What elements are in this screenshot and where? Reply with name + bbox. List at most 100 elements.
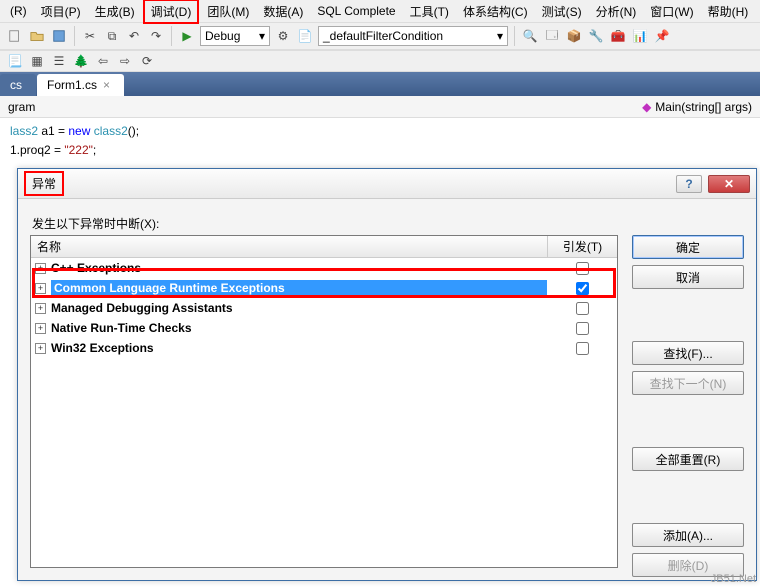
menu-item[interactable]: 体系结构(C) (457, 1, 534, 22)
tab-label: Form1.cs (47, 78, 97, 92)
exception-label: Managed Debugging Assistants (51, 301, 547, 315)
expand-icon[interactable]: + (35, 323, 46, 334)
code-text: ; (93, 143, 96, 157)
tab-partial[interactable]: cs (0, 74, 36, 96)
menu-item[interactable]: 生成(B) (89, 1, 141, 22)
copy-icon[interactable]: ⧉ (103, 27, 121, 45)
toolbox-icon[interactable]: 🧰 (609, 27, 627, 45)
expand-icon[interactable]: + (35, 303, 46, 314)
ok-button[interactable]: 确定 (632, 235, 744, 259)
code-editor[interactable]: lass2 a1 = new class2(); 1.proq2 = "222"… (0, 118, 760, 164)
trigger-checkbox[interactable] (547, 322, 617, 335)
play-icon[interactable]: ▶ (178, 27, 196, 45)
new-icon[interactable] (6, 27, 24, 45)
arrow-right-icon[interactable]: ⇨ (116, 52, 134, 70)
dialog-prompt: 发生以下异常时中断(X): (32, 215, 744, 232)
save-icon[interactable] (50, 27, 68, 45)
document-tabs: cs Form1.cs × (0, 72, 760, 96)
menu-item[interactable]: 团队(M) (201, 1, 255, 22)
redo-icon[interactable]: ↷ (147, 27, 165, 45)
menu-item[interactable]: 数据(A) (257, 1, 309, 22)
code-text: (); (128, 124, 139, 138)
main-toolbar: ✂ ⧉ ↶ ↷ ▶ Debug▾ ⚙ 📄 _defaultFilterCondi… (0, 22, 760, 50)
dialog-title: 异常 (24, 171, 64, 196)
exception-row[interactable]: +Common Language Runtime Exceptions (31, 278, 617, 298)
expand-icon[interactable]: + (35, 343, 46, 354)
trigger-checkbox[interactable] (547, 282, 617, 295)
code-text: lass2 (10, 124, 38, 138)
add-button[interactable]: 添加(A)... (632, 523, 744, 547)
menu-item[interactable]: 工具(T) (404, 1, 455, 22)
arrow-left-icon[interactable]: ⇦ (94, 52, 112, 70)
list-icon[interactable]: ☰ (50, 52, 68, 70)
menu-item[interactable]: 调试(D) (143, 0, 200, 24)
code-text: class2 (94, 124, 128, 138)
menu-item[interactable]: 帮助(H) (702, 1, 755, 22)
separator (171, 26, 172, 46)
tool-icon[interactable]: ⚙ (274, 27, 292, 45)
app-icon[interactable]: 🗔 (543, 27, 561, 45)
menu-item[interactable]: 项目(P) (35, 1, 87, 22)
file-icon[interactable]: 📄 (296, 27, 314, 45)
menu-item[interactable]: 测试(S) (536, 1, 588, 22)
exception-row[interactable]: + Native Run-Time Checks (31, 318, 617, 338)
trigger-checkbox[interactable] (547, 262, 617, 275)
column-name[interactable]: 名称 (31, 238, 547, 255)
refresh-icon[interactable]: ⟳ (138, 52, 156, 70)
close-icon[interactable]: × (103, 78, 110, 92)
filter-combo-value: _defaultFilterCondition (323, 29, 443, 43)
grid-icon[interactable]: ▦ (28, 52, 46, 70)
exceptions-list: 名称 引发(T) + C++ Exceptions +Common Language… (30, 235, 618, 568)
expand-icon[interactable]: + (35, 263, 46, 274)
exception-row[interactable]: + Managed Debugging Assistants (31, 298, 617, 318)
solution-icon[interactable]: 📦 (565, 27, 583, 45)
menu-item[interactable]: 窗口(W) (644, 1, 699, 22)
config-combo-value: Debug (205, 29, 240, 43)
exceptions-dialog: 异常 ? ✕ 发生以下异常时中断(X): 名称 引发(T) + C++ Excep… (17, 168, 757, 581)
member-combo[interactable]: ◆ Main(string[] args) (642, 100, 752, 114)
cut-icon[interactable]: ✂ (81, 27, 99, 45)
watermark: JB51.Net (711, 573, 756, 585)
exception-label: C++ Exceptions (51, 261, 547, 275)
menu-bar: (R)项目(P)生成(B)调试(D)团队(M)数据(A)SQL Complete… (0, 0, 760, 22)
find-next-button[interactable]: 查找下一个(N) (632, 371, 744, 395)
separator (514, 26, 515, 46)
spacer (632, 477, 744, 517)
undo-icon[interactable]: ↶ (125, 27, 143, 45)
separator (74, 26, 75, 46)
dialog-buttons: 确定 取消 查找(F)... 查找下一个(N) 全部重置(R) 添加(A)...… (632, 235, 744, 577)
find-button[interactable]: 查找(F)... (632, 341, 744, 365)
expand-icon[interactable]: + (35, 283, 46, 294)
tree-icon[interactable]: 🌲 (72, 52, 90, 70)
config-combo[interactable]: Debug▾ (200, 26, 270, 46)
spacer (632, 295, 744, 335)
menu-item[interactable]: (R) (4, 2, 33, 20)
menu-item[interactable]: 分析(N) (590, 1, 643, 22)
code-text: a1 = (38, 124, 68, 138)
filter-combo[interactable]: _defaultFilterCondition▾ (318, 26, 508, 46)
reset-all-button[interactable]: 全部重置(R) (632, 447, 744, 471)
dialog-titlebar: 异常 ? ✕ (18, 169, 756, 199)
tab-label: cs (10, 78, 22, 92)
pin-icon[interactable]: 📌 (653, 27, 671, 45)
tab-form1[interactable]: Form1.cs × (37, 74, 124, 96)
doc-icon[interactable]: 📃 (6, 52, 24, 70)
class-view-icon[interactable]: 📊 (631, 27, 649, 45)
trigger-checkbox[interactable] (547, 302, 617, 315)
help-button[interactable]: ? (676, 175, 702, 193)
window-controls: ? ✕ (676, 175, 750, 193)
close-button[interactable]: ✕ (708, 175, 750, 193)
exception-label: Native Run-Time Checks (51, 321, 547, 335)
exception-row[interactable]: +Win32 Exceptions (31, 338, 617, 358)
trigger-checkbox[interactable] (547, 342, 617, 355)
scope-combo[interactable]: gram (8, 100, 35, 114)
code-text: new (68, 124, 90, 138)
properties-icon[interactable]: 🔧 (587, 27, 605, 45)
window-icon[interactable]: 🔍 (521, 27, 539, 45)
open-icon[interactable] (28, 27, 46, 45)
column-trigger[interactable]: 引发(T) (547, 236, 617, 257)
menu-item[interactable]: SQL Complete (311, 2, 401, 20)
dialog-body: 发生以下异常时中断(X): 名称 引发(T) + C++ Exceptions +C… (30, 209, 744, 568)
exception-row[interactable]: + C++ Exceptions (31, 258, 617, 278)
cancel-button[interactable]: 取消 (632, 265, 744, 289)
